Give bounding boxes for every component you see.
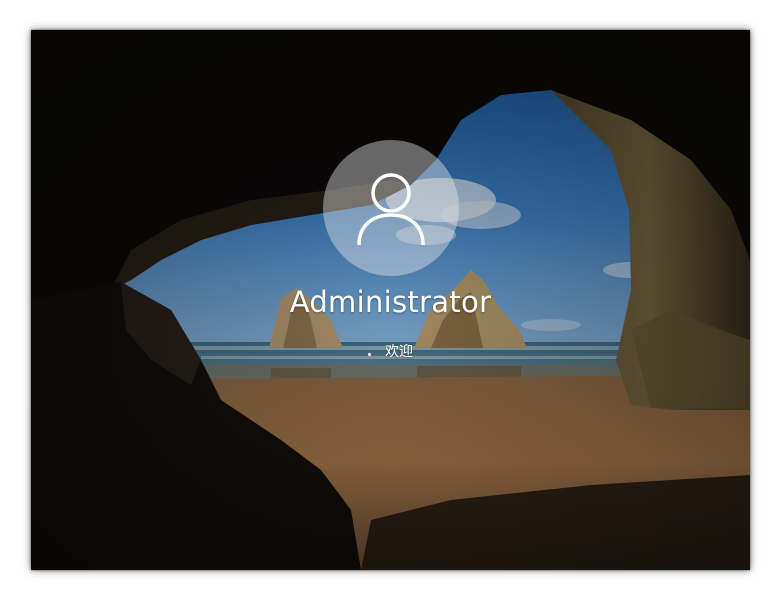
account-username: Administrator (289, 285, 492, 319)
user-silhouette-icon (357, 173, 425, 246)
sign-in-status: 欢迎 (31, 341, 750, 361)
welcome-text: 欢迎 (385, 344, 413, 360)
lock-screen-window: Administrator 欢迎 (31, 30, 750, 570)
login-overlay: Administrator 欢迎 (31, 30, 750, 570)
user-avatar (323, 140, 459, 276)
loading-spinner-icon (368, 352, 371, 356)
